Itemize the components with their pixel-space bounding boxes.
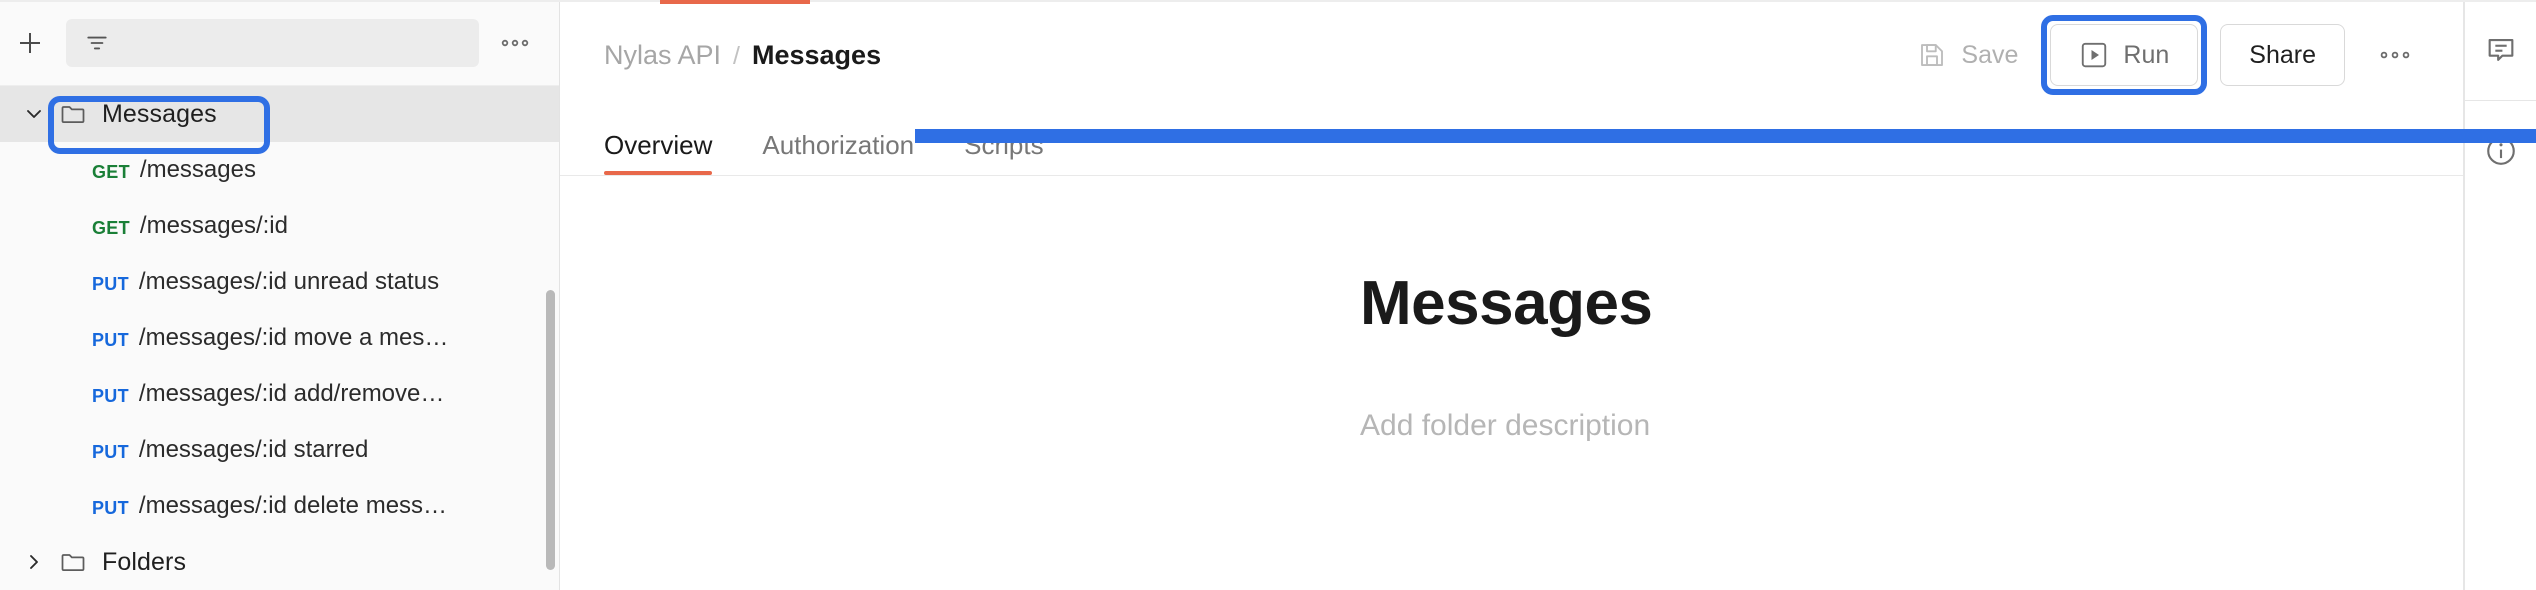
- collection-tree: Messages GET /messages GET /messages/:id…: [0, 86, 559, 590]
- request-path: /messages: [139, 156, 256, 183]
- breadcrumb: Nylas API / Messages: [604, 40, 881, 71]
- sidebar-more-menu-button[interactable]: [493, 21, 537, 65]
- sidebar: Messages GET /messages GET /messages/:id…: [0, 0, 560, 590]
- right-rail: [2464, 0, 2536, 590]
- http-verb-badge: PUT: [92, 330, 129, 350]
- sidebar-request-item[interactable]: PUT /messages/:id move a mes…: [0, 310, 559, 366]
- tab-overview[interactable]: Overview: [604, 130, 713, 175]
- http-verb-badge: PUT: [92, 498, 129, 518]
- main-more-menu-button[interactable]: [2367, 27, 2423, 83]
- sidebar-request-item[interactable]: PUT /messages/:id add/remove…: [0, 366, 559, 422]
- sidebar-folder-label: Messages: [102, 99, 217, 128]
- sidebar-request-item[interactable]: PUT /messages/:id unread status: [0, 254, 559, 310]
- request-path: /messages/:id delete mess…: [138, 492, 448, 519]
- request-path: /messages/:id move a mes…: [138, 324, 449, 351]
- run-button[interactable]: Run: [2050, 24, 2199, 86]
- sidebar-request-item[interactable]: GET /messages: [0, 142, 559, 198]
- run-button-label: Run: [2123, 40, 2170, 69]
- sidebar-request-item[interactable]: PUT /messages/:id starred: [0, 422, 559, 478]
- share-button[interactable]: Share: [2220, 24, 2345, 86]
- sidebar-request-item[interactable]: PUT /messages/:id delete mess…: [0, 478, 559, 534]
- active-request-tab-indicator: [660, 0, 810, 4]
- http-verb-badge: PUT: [92, 274, 129, 294]
- sidebar-folder-folders[interactable]: Folders: [0, 534, 559, 590]
- header-actions: Save Run Share: [1907, 15, 2423, 95]
- http-verb-badge: GET: [92, 218, 130, 238]
- folder-icon: [54, 548, 92, 576]
- info-icon[interactable]: [2465, 101, 2536, 201]
- tab-bar: Overview Authorization Scripts: [560, 110, 2463, 176]
- breadcrumb-current: Messages: [752, 39, 882, 70]
- breadcrumb-parent[interactable]: Nylas API: [604, 40, 721, 71]
- tab-authorization-label: Authorization: [762, 130, 915, 160]
- comment-icon[interactable]: [2465, 0, 2536, 100]
- folder-icon: [54, 100, 92, 128]
- chevron-right-icon[interactable]: [14, 550, 54, 574]
- sidebar-scrollbar[interactable]: [546, 290, 555, 570]
- top-hairline: [0, 0, 2536, 2]
- http-verb-badge: GET: [92, 162, 130, 182]
- filter-input[interactable]: [66, 18, 479, 67]
- page-title: Messages: [1360, 269, 1653, 338]
- add-new-button[interactable]: [8, 21, 52, 65]
- main-header: Nylas API / Messages Save Run Share: [560, 0, 2463, 110]
- tab-scripts[interactable]: Scripts: [964, 130, 1043, 175]
- main-panel: Nylas API / Messages Save Run Share Over…: [560, 0, 2536, 590]
- request-path: /messages/:id add/remove…: [138, 380, 445, 407]
- http-verb-badge: PUT: [92, 386, 129, 406]
- play-icon: [2079, 40, 2109, 70]
- save-disk-icon: [1917, 40, 1947, 70]
- request-path: /messages/:id starred: [138, 436, 369, 463]
- request-path: /messages/:id: [139, 212, 288, 239]
- overview-content: Messages Add folder description: [560, 176, 2463, 443]
- breadcrumb-separator: /: [733, 41, 740, 70]
- sidebar-request-item[interactable]: GET /messages/:id: [0, 198, 559, 254]
- save-button[interactable]: Save: [1907, 24, 2028, 86]
- save-button-label: Save: [1961, 40, 2019, 69]
- filter-icon: [84, 30, 110, 56]
- tab-authorization[interactable]: Authorization: [762, 130, 914, 175]
- sidebar-toolbar: [0, 0, 559, 86]
- tab-scripts-label: Scripts: [964, 130, 1044, 160]
- chevron-down-icon[interactable]: [14, 102, 54, 126]
- application-window: Messages GET /messages GET /messages/:id…: [0, 0, 2536, 590]
- http-verb-badge: PUT: [92, 442, 129, 462]
- request-path: /messages/:id unread status: [138, 268, 440, 295]
- tab-overview-label: Overview: [604, 130, 713, 160]
- sidebar-folder-label: Folders: [102, 547, 187, 576]
- folder-description-input[interactable]: Add folder description: [1360, 409, 2463, 443]
- share-button-label: Share: [2249, 40, 2316, 69]
- sidebar-folder-messages[interactable]: Messages: [0, 86, 559, 142]
- run-button-wrapper: Run: [2041, 15, 2208, 95]
